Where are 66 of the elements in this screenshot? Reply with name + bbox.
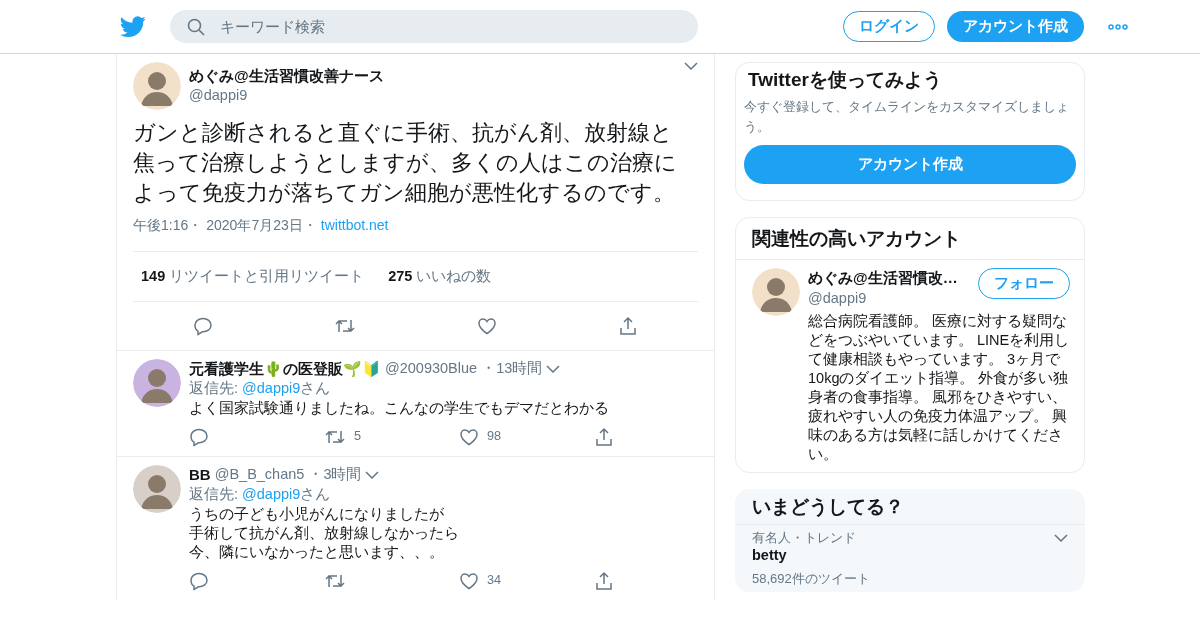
- stat-label[interactable]: いいねの数: [416, 266, 492, 287]
- chevron-down-icon[interactable]: [546, 365, 561, 373]
- heart-icon[interactable]: [459, 570, 479, 591]
- reply-label: 返信先:: [189, 484, 239, 504]
- reply-icon[interactable]: [189, 570, 209, 591]
- follow-button[interactable]: フォロー: [978, 268, 1070, 299]
- reply-text-line: 今、隣にいなかったと思います、、。: [189, 542, 445, 562]
- card-title: 関連性の高いアカウント: [751, 226, 962, 251]
- account-handle[interactable]: @dappi9: [808, 288, 978, 309]
- bird-logo-icon[interactable]: [120, 15, 146, 38]
- card-text: 今すぐ登録して、タイムラインをカスタマイズしましょう。: [744, 97, 1070, 136]
- reply-text-line: よく国家試験通りましたね。こんなの学生でもデマだとわかる: [189, 398, 610, 418]
- tweet-time: 午後1:16・: [133, 216, 203, 235]
- search-field[interactable]: キーワード検索: [170, 10, 698, 43]
- more-icon[interactable]: [1108, 23, 1128, 30]
- action-count: 34: [487, 571, 502, 589]
- stat-count[interactable]: 149: [141, 266, 166, 287]
- reply-suffix: さん: [300, 379, 331, 399]
- card-title: いまどうしてる？: [751, 495, 905, 520]
- tweet-text-line: よって免疫力が落ちてガン細胞が悪性化するのです。: [133, 180, 676, 207]
- reply-text-line: うちの子ども小児がんになりましたが: [189, 504, 445, 524]
- reply-icon[interactable]: [189, 426, 209, 447]
- avatar[interactable]: [752, 268, 800, 317]
- mention-link[interactable]: @dappi9: [242, 379, 301, 399]
- action-count: 98: [487, 428, 502, 446]
- login-button[interactable]: ログイン: [843, 11, 935, 42]
- reply-label: 返信先:: [189, 379, 239, 399]
- heart-icon[interactable]: [476, 315, 497, 336]
- share-icon[interactable]: [594, 426, 614, 447]
- share-icon[interactable]: [617, 315, 638, 336]
- account-name[interactable]: めぐみ@生活習慣改…: [808, 268, 978, 289]
- author-handle[interactable]: @B_B_chan5: [214, 465, 305, 485]
- chevron-down-icon[interactable]: [684, 62, 698, 70]
- author-name[interactable]: BB: [189, 464, 211, 485]
- card-title: Twitterを使ってみよう: [747, 68, 943, 92]
- signup-button[interactable]: アカウント作成: [947, 11, 1084, 42]
- chevron-down-icon[interactable]: [365, 470, 380, 479]
- reply-icon[interactable]: [193, 315, 214, 336]
- avatar[interactable]: [133, 464, 181, 513]
- author-name[interactable]: 元看護学生🌵の医登販🌱🔰: [189, 358, 381, 380]
- stat-label[interactable]: リツイートと引用リツイート: [169, 266, 365, 287]
- reply-text-line: 手術して抗がん剤、放射線しなかったら: [189, 523, 460, 543]
- reply-suffix: さん: [300, 484, 331, 504]
- heart-icon[interactable]: [459, 426, 479, 447]
- trend-name[interactable]: betty: [752, 546, 1068, 566]
- reply-time[interactable]: ・13時間: [481, 359, 543, 379]
- search-icon: [187, 18, 205, 36]
- tweet-text-line: ガンと診断されると直ぐに手術、抗がん剤、放射線と: [133, 120, 674, 147]
- trend-context: 有名人・トレンド: [752, 528, 856, 547]
- mention-link[interactable]: @dappi9: [242, 484, 301, 505]
- tweet-text-line: 焦って治療しようとしますが、多くの人はこの治療に: [133, 150, 678, 177]
- account-bio: 総合病院看護師。 医療に対する疑問などをつぶやいています。 LINEを利用して健康相談もやっています。 3ヶ月で10kgのダイエット指導。 外食が多い独身者の食事指導。 風邪をひきやすい、疲れやすい人の免疫力体温アップ。 興味のある方は気軽に話しかけてください。: [808, 312, 1070, 465]
- author-handle[interactable]: @dappi9: [189, 86, 676, 106]
- author-handle[interactable]: @200930Blue: [385, 359, 478, 379]
- share-icon[interactable]: [594, 570, 614, 591]
- avatar[interactable]: [133, 62, 181, 110]
- tweet-date: 2020年7月23日・: [206, 216, 317, 235]
- stat-count[interactable]: 275: [388, 266, 413, 287]
- action-count: 5: [354, 428, 362, 446]
- author-name[interactable]: めぐみ@生活習慣改善ナース: [189, 66, 676, 87]
- avatar[interactable]: [133, 358, 181, 407]
- chevron-down-icon[interactable]: [1054, 533, 1068, 542]
- trend-count: 58,692件のツイート: [752, 569, 871, 588]
- reply-time[interactable]: ・3時間: [308, 465, 362, 485]
- source-link[interactable]: twittbot.net: [320, 216, 389, 235]
- signup-button[interactable]: アカウント作成: [744, 144, 1076, 184]
